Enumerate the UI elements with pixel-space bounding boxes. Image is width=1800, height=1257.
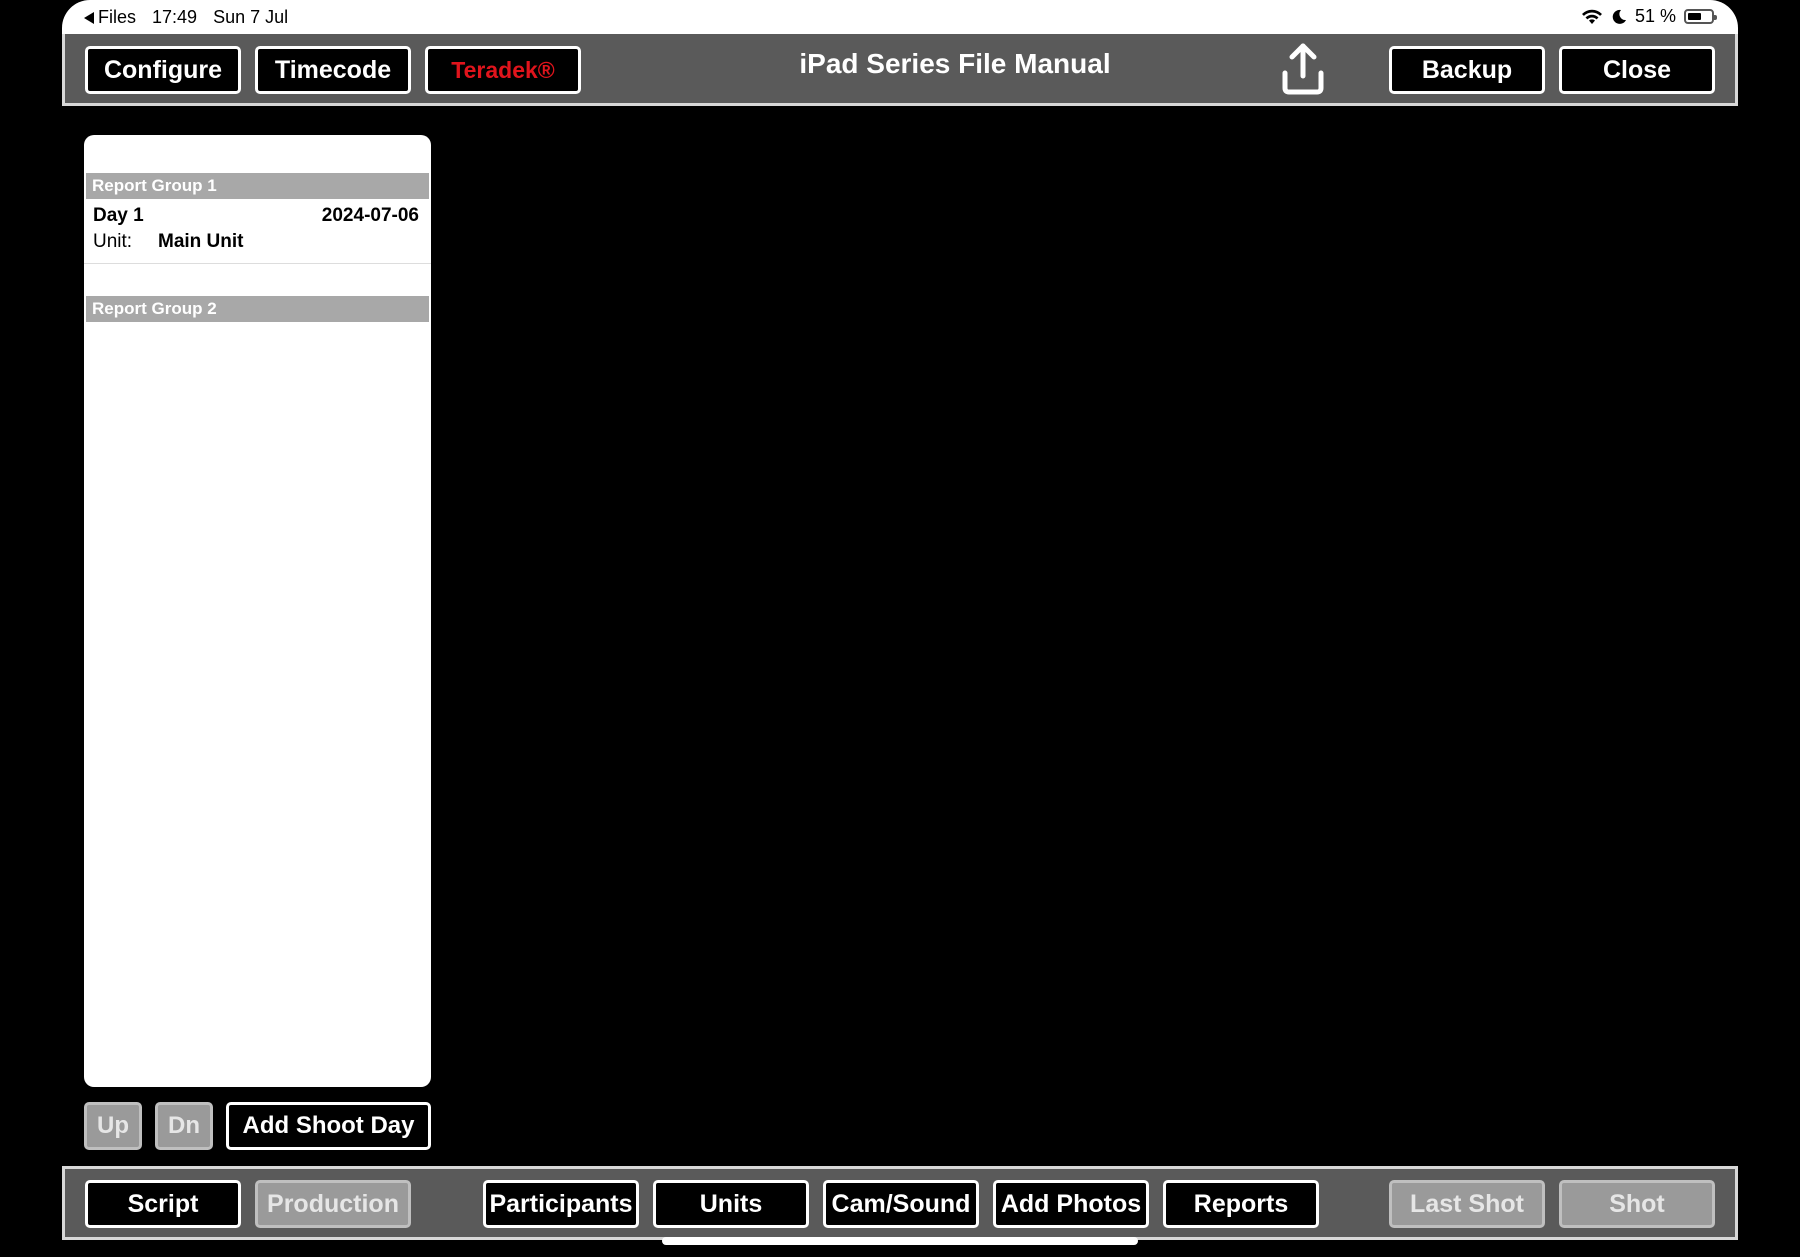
status-bar-right: 51 % bbox=[1581, 6, 1717, 27]
cam-sound-button[interactable]: Cam/Sound bbox=[823, 1180, 979, 1228]
status-bar-left: Files 17:49 Sun 7 Jul bbox=[84, 7, 288, 28]
bottom-toolbar: Script Production Participants Units Cam… bbox=[62, 1166, 1738, 1240]
participants-button[interactable]: Participants bbox=[483, 1180, 639, 1228]
day-date: 2024-07-06 bbox=[321, 205, 419, 226]
report-group-header: Report Group 2 bbox=[86, 296, 429, 322]
wifi-icon bbox=[1581, 9, 1602, 24]
status-time: 17:49 bbox=[152, 7, 198, 27]
move-up-button[interactable]: Up bbox=[84, 1102, 142, 1150]
unit-value: Main Unit bbox=[158, 231, 244, 252]
add-photos-button[interactable]: Add Photos bbox=[993, 1180, 1149, 1228]
back-to-app-button[interactable]: Files bbox=[84, 7, 136, 28]
back-triangle-icon bbox=[84, 11, 94, 24]
battery-percent: 51 % bbox=[1634, 6, 1676, 26]
backup-button[interactable]: Backup bbox=[1389, 46, 1545, 94]
share-upload-icon[interactable] bbox=[1275, 40, 1331, 96]
timecode-button[interactable]: Timecode bbox=[255, 46, 411, 94]
page-title: iPad Series File Manual bbox=[799, 48, 1111, 79]
top-toolbar: Configure Timecode Teradek® iPad Series … bbox=[62, 34, 1738, 106]
status-date: Sun 7 Jul bbox=[213, 7, 289, 27]
production-button[interactable]: Production bbox=[255, 1180, 411, 1228]
shot-button[interactable]: Shot bbox=[1559, 1180, 1715, 1228]
add-shoot-day-button[interactable]: Add Shoot Day bbox=[226, 1102, 431, 1150]
unit-label: Unit: bbox=[93, 231, 133, 252]
battery-icon bbox=[1684, 9, 1717, 24]
reports-button[interactable]: Reports bbox=[1163, 1180, 1319, 1228]
script-button[interactable]: Script bbox=[85, 1180, 241, 1228]
home-indicator bbox=[662, 1237, 1138, 1245]
day-name: Day 1 bbox=[93, 205, 144, 226]
moon-icon bbox=[1612, 9, 1626, 24]
teradek-button[interactable]: Teradek® bbox=[425, 46, 581, 94]
report-group-header: Report Group 1 bbox=[86, 173, 429, 199]
configure-button[interactable]: Configure bbox=[85, 46, 241, 94]
back-app-label: Files bbox=[98, 7, 137, 27]
report-list-panel: Report Group 1 Day 1 2024-07-06 Unit: Ma… bbox=[84, 135, 431, 1087]
close-button[interactable]: Close bbox=[1559, 46, 1715, 94]
move-down-button[interactable]: Dn bbox=[155, 1102, 213, 1150]
units-button[interactable]: Units bbox=[653, 1180, 809, 1228]
shoot-day-row[interactable]: Day 1 2024-07-06 Unit: Main Unit bbox=[84, 201, 431, 264]
last-shot-button[interactable]: Last Shot bbox=[1389, 1180, 1545, 1228]
status-bar: Files 17:49 Sun 7 Jul 51 % bbox=[62, 0, 1738, 34]
